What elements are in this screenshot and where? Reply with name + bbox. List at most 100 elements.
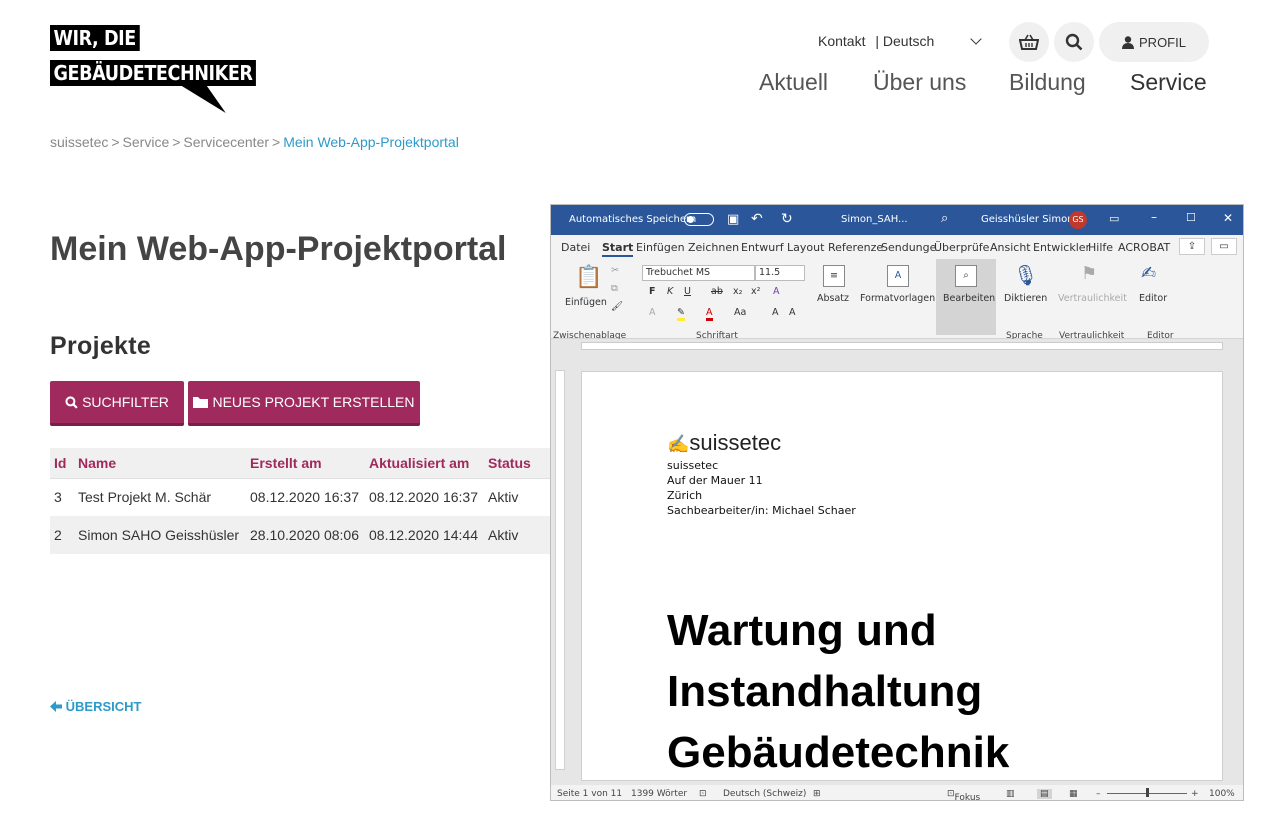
accessibility-icon[interactable]: ⊞ <box>813 789 821 799</box>
font-color-icon[interactable]: A <box>706 307 713 321</box>
tab-layout[interactable]: Layout <box>787 241 824 254</box>
tab-einfuegen[interactable]: Einfügen <box>636 241 685 254</box>
save-icon[interactable]: ▣ <box>727 212 739 227</box>
zoom-slider-thumb[interactable] <box>1146 788 1149 797</box>
proofing-icon[interactable]: ⊡ <box>699 789 707 799</box>
zoom-in-button[interactable]: + <box>1191 789 1199 799</box>
language-status[interactable]: Deutsch (Schweiz) <box>723 789 806 799</box>
page-count[interactable]: Seite 1 von 11 <box>557 789 622 799</box>
font-size-select[interactable]: 11.5 <box>755 265 805 281</box>
font-name-select[interactable]: Trebuchet MS <box>642 265 755 281</box>
nav-item-aktuell[interactable]: Aktuell <box>759 69 828 96</box>
new-project-button[interactable]: NEUES PROJEKT ERSTELLEN <box>188 381 420 426</box>
tab-datei[interactable]: Datei <box>561 241 590 254</box>
vertical-ruler[interactable] <box>555 370 565 770</box>
column-header-id[interactable]: Id <box>50 448 74 478</box>
read-mode-icon[interactable]: ▥ <box>1006 789 1015 799</box>
contact-link[interactable]: Kontakt <box>818 33 865 49</box>
tab-sendungen[interactable]: Sendunge <box>881 241 936 254</box>
tab-ueberpruefen[interactable]: Überprüfe <box>934 241 989 254</box>
search-button[interactable] <box>1054 22 1094 62</box>
styles-button[interactable]: Formatvorlagen <box>860 293 935 304</box>
back-link[interactable]: ÜBERSICHT <box>50 699 141 714</box>
horizontal-ruler[interactable] <box>551 339 1243 353</box>
dictate-button[interactable]: Diktieren <box>1004 293 1047 304</box>
breadcrumb-item[interactable]: Service <box>123 134 170 150</box>
breadcrumb-item[interactable]: suissetec <box>50 134 108 150</box>
column-header-status[interactable]: Status <box>484 448 550 478</box>
tab-hilfe[interactable]: Hilfe <box>1088 241 1113 254</box>
autosave-toggle[interactable] <box>684 213 714 226</box>
paragraph-button[interactable]: Absatz <box>817 293 849 304</box>
tab-ansicht[interactable]: Ansicht <box>990 241 1031 254</box>
share-icon[interactable]: ⇪ <box>1179 238 1205 255</box>
zoom-level[interactable]: 100% <box>1209 789 1235 799</box>
sensitivity-button[interactable]: Vertraulichkeit <box>1058 293 1127 304</box>
bold-button[interactable]: F <box>649 286 656 297</box>
breadcrumb-item[interactable]: Servicecenter <box>183 134 269 150</box>
table-row[interactable]: 2 Simon SAHO Geisshüsler 28.10.2020 08:0… <box>50 516 550 554</box>
tab-entwickler[interactable]: Entwickler <box>1033 241 1090 254</box>
nav-item-ueber-uns[interactable]: Über uns <box>873 69 966 96</box>
cell-name[interactable]: Test Projekt M. Schär <box>74 478 246 516</box>
site-logo[interactable]: WIR, DIE GEBÄUDETECHNIKER <box>50 25 257 115</box>
language-selector[interactable]: | Deutsch <box>875 33 934 49</box>
web-layout-icon[interactable]: ▦ <box>1069 789 1078 799</box>
focus-button[interactable]: ⊡ Fokus <box>947 789 980 800</box>
format-painter-icon[interactable]: 🖌 <box>611 301 623 312</box>
word-count[interactable]: 1399 Wörter <box>631 789 687 799</box>
cart-button[interactable] <box>1009 22 1049 62</box>
close-icon[interactable]: ✕ <box>1223 211 1233 225</box>
cell-id: 2 <box>54 527 62 543</box>
editing-button[interactable]: Bearbeiten <box>943 293 995 304</box>
grow-font-icon[interactable]: A <box>772 307 779 318</box>
shrink-font-icon[interactable]: A <box>789 307 796 318</box>
strikethrough-button[interactable]: ab <box>711 286 723 297</box>
tab-zeichnen[interactable]: Zeichnen <box>688 241 739 254</box>
cell-status: Aktiv <box>488 527 519 543</box>
maximize-icon[interactable]: ☐ <box>1186 211 1196 224</box>
zoom-out-button[interactable]: – <box>1096 789 1101 799</box>
underline-button[interactable]: U <box>684 286 691 297</box>
column-header-name[interactable]: Name <box>74 448 246 478</box>
search-filter-button[interactable]: SUCHFILTER <box>50 381 184 426</box>
column-header-updated[interactable]: Aktualisiert am <box>365 448 484 478</box>
highlight-icon[interactable]: ✎ <box>677 307 685 321</box>
document-brand-logo: ✍suissetec <box>667 430 782 455</box>
section-title: Projekte <box>50 332 152 360</box>
tab-acrobat[interactable]: ACROBAT <box>1118 241 1170 254</box>
change-case-icon[interactable]: Aa <box>734 307 746 318</box>
copy-icon[interactable]: ⧉ <box>611 283 618 294</box>
address-line: Zürich <box>667 489 703 502</box>
chevron-down-icon[interactable] <box>970 33 982 45</box>
redo-icon[interactable]: ↻ <box>781 211 793 227</box>
cell-name[interactable]: Simon SAHO Geisshüsler <box>74 516 246 554</box>
clear-format-icon[interactable]: A <box>773 286 780 297</box>
breadcrumb-current[interactable]: Mein Web-App-Projektportal <box>283 134 459 150</box>
projects-table: Id Name Erstellt am Aktualisiert am Stat… <box>50 448 550 554</box>
text-effect-icon[interactable]: A <box>649 307 656 318</box>
print-layout-icon[interactable]: ▤ <box>1037 789 1052 799</box>
minimize-icon[interactable]: – <box>1151 210 1157 224</box>
nav-item-service[interactable]: Service <box>1130 69 1207 96</box>
comment-icon[interactable]: ▭ <box>1211 238 1237 255</box>
tab-start[interactable]: Start <box>602 241 634 257</box>
paste-icon[interactable]: 📋 <box>575 265 602 290</box>
profile-button[interactable]: PROFIL <box>1099 22 1209 62</box>
table-row[interactable]: 3 Test Projekt M. Schär 08.12.2020 16:37… <box>50 478 550 516</box>
column-header-created[interactable]: Erstellt am <box>246 448 365 478</box>
user-avatar[interactable]: GS <box>1069 211 1087 229</box>
superscript-button[interactable]: x² <box>751 286 760 297</box>
tab-referenzen[interactable]: Referenze <box>828 241 883 254</box>
cut-icon[interactable]: ✂ <box>611 265 619 276</box>
tab-entwurf[interactable]: Entwurf <box>741 241 784 254</box>
search-icon[interactable]: ⌕ <box>941 211 948 226</box>
subscript-button[interactable]: x₂ <box>733 286 742 297</box>
italic-button[interactable]: K <box>667 286 673 297</box>
ribbon-display-icon[interactable]: ▭ <box>1109 212 1119 225</box>
editor-button[interactable]: Editor <box>1139 293 1167 304</box>
undo-icon[interactable]: ↶ <box>751 211 763 227</box>
nav-item-bildung[interactable]: Bildung <box>1009 69 1086 96</box>
paste-button[interactable]: Einfügen <box>565 297 607 308</box>
document-page[interactable]: ✍suissetec suissetec Auf der Mauer 11 Zü… <box>581 371 1223 781</box>
